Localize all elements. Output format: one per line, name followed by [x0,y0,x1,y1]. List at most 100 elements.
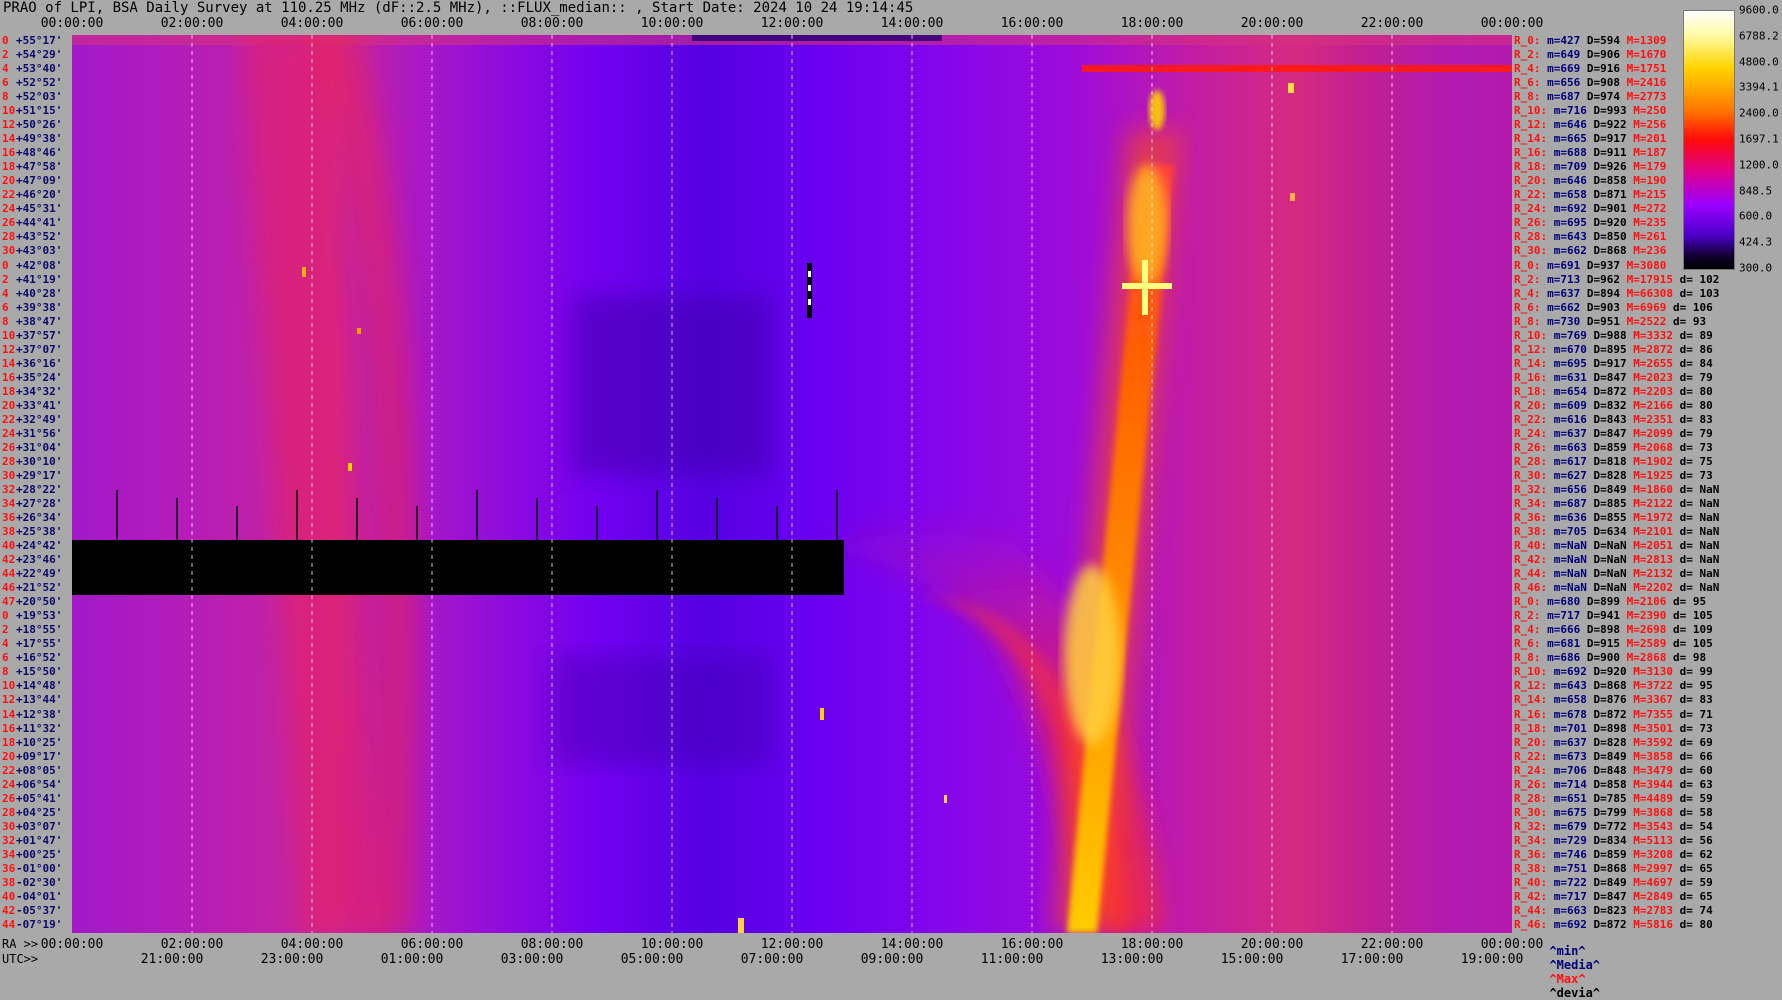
row-index: 24 [2,777,16,791]
row-id: R_12: [1514,679,1548,693]
declination-row: 20+47°09' [2,174,62,188]
median-value: D=848 [1586,763,1627,777]
declination-row: 47+20°50' [2,595,62,609]
median-value: D=911 [1586,146,1627,160]
stats-row: R_22: m=658 D=871 M=215 [1514,188,1666,202]
stats-row: R_4: m=637 D=894 M=66308 d= 103 [1514,287,1719,301]
median-value: D=850 [1586,230,1627,244]
row-index: 0 [2,258,9,272]
max-value: M=2051 [1626,539,1673,553]
declination-value: +53°40' [16,62,63,76]
declination-row: 32+28°22' [2,483,62,497]
ra-tick-label: 00:00:00 [40,937,104,952]
max-value: M=190 [1626,174,1667,188]
max-value: M=4697 [1626,875,1673,889]
max-value: M=2106 [1620,595,1667,609]
median-value: D=823 [1586,903,1627,917]
ra-axis-label: RA >> [2,937,39,951]
max-value: M=2132 [1626,567,1673,581]
deviation-value: d= 56 [1672,833,1713,847]
median-value: D=871 [1586,188,1627,202]
deviation-value: d= 93 [1666,314,1707,328]
min-value: m=NaN [1547,567,1587,581]
median-value: D=828 [1586,735,1627,749]
min-value: m=NaN [1547,539,1587,553]
deviation-value: d= 73 [1672,440,1713,454]
min-value: m=646 [1547,118,1587,132]
median-value: D=847 [1586,889,1627,903]
deviation-value: d= NaN [1672,553,1720,567]
row-id: R_24: [1514,202,1548,216]
min-value: m=692 [1547,202,1587,216]
colorbar-tick-label: 9600.0 [1739,3,1779,17]
median-value: D=834 [1586,833,1627,847]
row-index: 4 [2,637,9,651]
min-value: m=706 [1547,763,1587,777]
median-value: D=917 [1586,132,1627,146]
row-index: 28 [2,454,16,468]
row-id: R_0: [1514,258,1541,272]
row-id: R_26: [1514,216,1548,230]
row-index: 6 [2,300,9,314]
row-index: 20 [2,398,16,412]
max-value: M=7355 [1626,707,1673,721]
min-value: m=651 [1547,791,1587,805]
stats-row: R_32: m=656 D=849 M=1860 d= NaN [1514,483,1719,497]
declination-value: +48°46' [16,146,63,160]
median-value: D=818 [1586,454,1627,468]
min-value: m=717 [1547,889,1587,903]
declination-row: 0 +55°17' [2,34,62,48]
row-index: 18 [2,160,16,174]
declination-row: 0 +42°08' [2,259,62,273]
stats-row: R_36: m=746 D=859 M=3208 d= 62 [1514,848,1713,862]
declination-row: 8 +38°47' [2,315,62,329]
row-index: 18 [2,384,16,398]
declination-value: +13°44' [16,693,63,707]
min-value: m=658 [1547,188,1587,202]
max-value: M=1670 [1620,48,1667,62]
declination-value: +32°49' [16,412,63,426]
median-value: D=915 [1580,637,1620,651]
declination-row: 2 +18°55' [2,623,62,637]
declination-row: 30+29°17' [2,469,62,483]
deviation-value: d= 83 [1672,412,1713,426]
min-value: m=637 [1547,735,1587,749]
median-value: D=917 [1586,356,1627,370]
declination-row: 28+04°25' [2,806,62,820]
row-id: R_40: [1514,539,1548,553]
stats-row: R_38: m=751 D=868 M=2997 d= 65 [1514,862,1713,876]
max-value: M=2868 [1620,651,1667,665]
top-tick-label: 14:00:00 [880,16,944,31]
stats-row: R_44: m=663 D=823 M=2783 d= 74 [1514,904,1713,918]
min-value: m=695 [1547,216,1587,230]
row-id: R_20: [1514,398,1548,412]
legend-deviation: ^devia^ [1549,986,1601,1000]
declination-value: +37°07' [16,342,63,356]
declination-row: 24+45°31' [2,202,62,216]
max-value: M=2589 [1620,637,1667,651]
declination-value: +31°56' [16,426,63,440]
median-value: D=898 [1586,721,1627,735]
utc-tick-label: 21:00:00 [140,952,204,967]
max-value: M=3208 [1626,847,1673,861]
median-value: D=832 [1586,398,1627,412]
declination-row: 46+21°52' [2,581,62,595]
declination-row: 18+47°58' [2,160,62,174]
declination-row: 14+12°38' [2,708,62,722]
colorbar-tick-label: 1697.1 [1739,132,1779,146]
declination-value: -07°19' [16,917,63,931]
stats-row: R_34: m=687 D=885 M=2122 d= NaN [1514,497,1719,511]
min-value: m=666 [1540,623,1581,637]
stats-row: R_0: m=427 D=594 M=1309 [1514,34,1666,48]
stats-row: R_12: m=646 D=922 M=256 [1514,118,1666,132]
declination-value: +47°09' [16,174,63,188]
min-value: m=643 [1547,679,1587,693]
row-index: 30 [2,468,16,482]
median-value: D=872 [1586,707,1627,721]
row-index: 20 [2,749,16,763]
min-value: m=631 [1547,370,1587,384]
row-index: 32 [2,483,16,496]
stats-row: R_30: m=627 D=828 M=1925 d= 73 [1514,469,1713,483]
row-index: 44 [2,567,16,581]
declination-value: +21°52' [16,581,63,595]
